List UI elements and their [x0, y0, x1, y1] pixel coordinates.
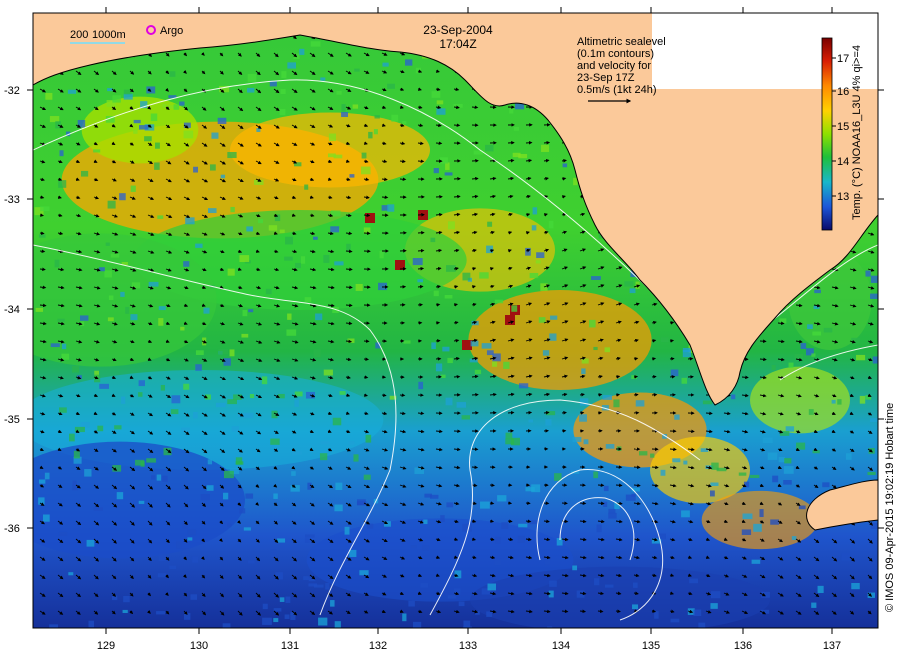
colorbar-tick-16: 16	[837, 86, 849, 98]
map-plot-area	[33, 13, 878, 628]
x-tick-label: 134	[552, 640, 570, 652]
colorbar-label: Temp. (°C) NOAA16_L3U 4% qi>=4	[851, 45, 863, 220]
svg-text:0.5m/s (1kt 24h): 0.5m/s (1kt 24h)	[577, 84, 656, 96]
legend-background	[652, 13, 878, 89]
colorbar-tick-17: 17	[837, 53, 849, 65]
x-tick-label: 133	[459, 640, 477, 652]
svg-text:Altimetric sealevel: Altimetric sealevel	[577, 36, 666, 48]
colorbar	[821, 37, 833, 231]
x-tick-label: 130	[190, 640, 208, 652]
credit-text: © IMOS 09-Apr-2015 19:02:19 Hobart time	[884, 403, 896, 612]
svg-text:and velocity for: and velocity for	[577, 60, 651, 72]
svg-text:(0.1m contours): (0.1m contours)	[577, 48, 654, 60]
colorbar-tick-14: 14	[837, 156, 849, 168]
sst-map: 129 130 131 132 133 134 135 136 137 -32 -33 -34 -35…	[4, 7, 896, 652]
title-date: 23-Sep-2004	[423, 23, 493, 37]
x-tick-label: 129	[97, 640, 115, 652]
colorbar-tick-15: 15	[837, 121, 849, 133]
x-tick-label: 132	[369, 640, 387, 652]
y-tick-label: -33	[4, 194, 20, 206]
x-tick-label: 136	[734, 640, 752, 652]
y-tick-label: -32	[4, 85, 20, 97]
svg-text:23-Sep 17Z: 23-Sep 17Z	[577, 72, 635, 84]
colorbar-tick-13: 13	[837, 191, 849, 203]
title-time: 17:04Z	[439, 37, 476, 51]
depth-legend-1000m: 1000m	[92, 29, 126, 41]
depth-legend-200: 200	[70, 29, 88, 41]
y-tick-label: -36	[4, 523, 20, 535]
x-tick-label: 137	[823, 640, 841, 652]
x-tick-label: 131	[281, 640, 299, 652]
argo-label: Argo	[160, 25, 183, 37]
y-tick-label: -35	[4, 414, 20, 426]
x-tick-label: 135	[642, 640, 660, 652]
y-tick-label: -34	[4, 304, 20, 316]
